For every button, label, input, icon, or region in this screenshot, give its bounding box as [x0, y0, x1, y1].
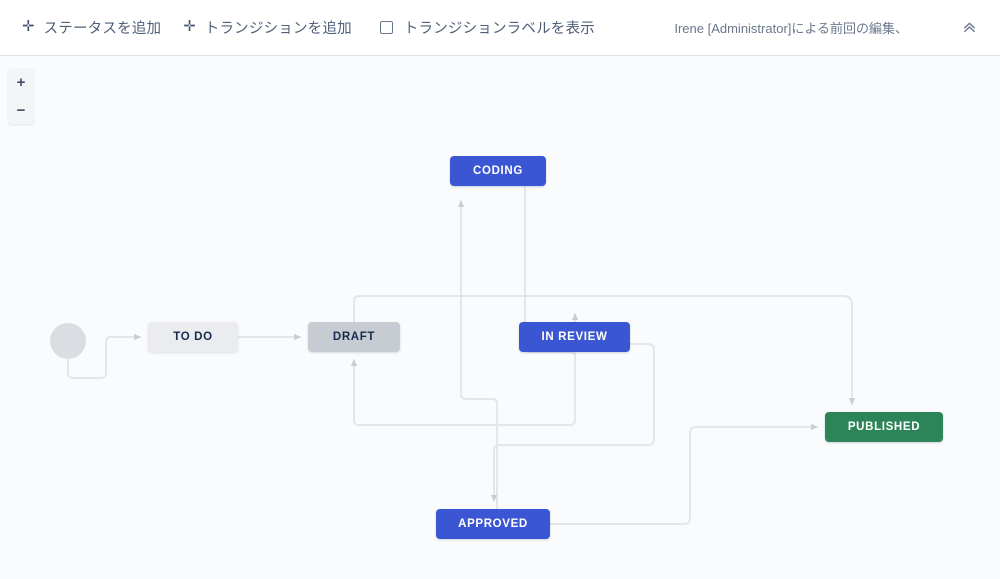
add-transition-button[interactable]: ✛ トランジションを追加: [161, 0, 352, 56]
zoom-controls: + −: [8, 68, 34, 124]
last-edited-text: Irene [Administrator]による前回の編集、: [674, 21, 908, 36]
status-node-approved[interactable]: APPROVED: [436, 509, 550, 539]
status-node-label: TO DO: [173, 331, 213, 343]
status-node-todo[interactable]: TO DO: [148, 322, 238, 352]
status-node-draft[interactable]: DRAFT: [308, 322, 400, 352]
chevron-double-up-icon[interactable]: [956, 15, 982, 41]
status-node-label: CODING: [473, 165, 523, 177]
add-status-label: ステータスを追加: [43, 21, 162, 37]
zoom-out-button[interactable]: −: [8, 96, 34, 124]
status-node-label: PUBLISHED: [847, 421, 921, 433]
editor-toolbar: ✛ ステータスを追加 ✛ トランジションを追加 トランジションラベルを表示 Ir…: [0, 0, 1000, 56]
status-node-label: IN REVIEW: [541, 331, 608, 343]
edge-approved-published: [549, 423, 818, 525]
workflow-canvas[interactable]: + − TO DO DRAFT CODING IN REVIEW PUBLISH…: [0, 56, 1000, 579]
status-node-label: APPROVED: [458, 518, 528, 530]
status-node-coding[interactable]: CODING: [450, 156, 546, 186]
add-status-button[interactable]: ✛ ステータスを追加: [0, 0, 161, 56]
edge-approved-coding: [457, 200, 498, 510]
toolbar-right-group: Irene [Administrator]による前回の編集、: [674, 15, 1000, 41]
add-transition-label: トランジションを追加: [204, 21, 352, 37]
edge-inreview-draft: [350, 351, 576, 426]
plus-icon: ✛: [183, 18, 196, 35]
show-transition-labels-toggle[interactable]: トランジションラベルを表示: [352, 0, 595, 56]
plus-icon: ✛: [22, 18, 35, 35]
start-node[interactable]: [50, 323, 86, 359]
show-transition-labels-label: トランジションラベルを表示: [403, 21, 595, 37]
checkbox-icon[interactable]: [379, 21, 393, 34]
status-node-published[interactable]: PUBLISHED: [825, 412, 943, 442]
zoom-in-button[interactable]: +: [8, 68, 34, 96]
status-node-label: DRAFT: [332, 331, 376, 343]
status-node-in-review[interactable]: IN REVIEW: [519, 322, 630, 352]
transition-edges: [67, 185, 856, 525]
